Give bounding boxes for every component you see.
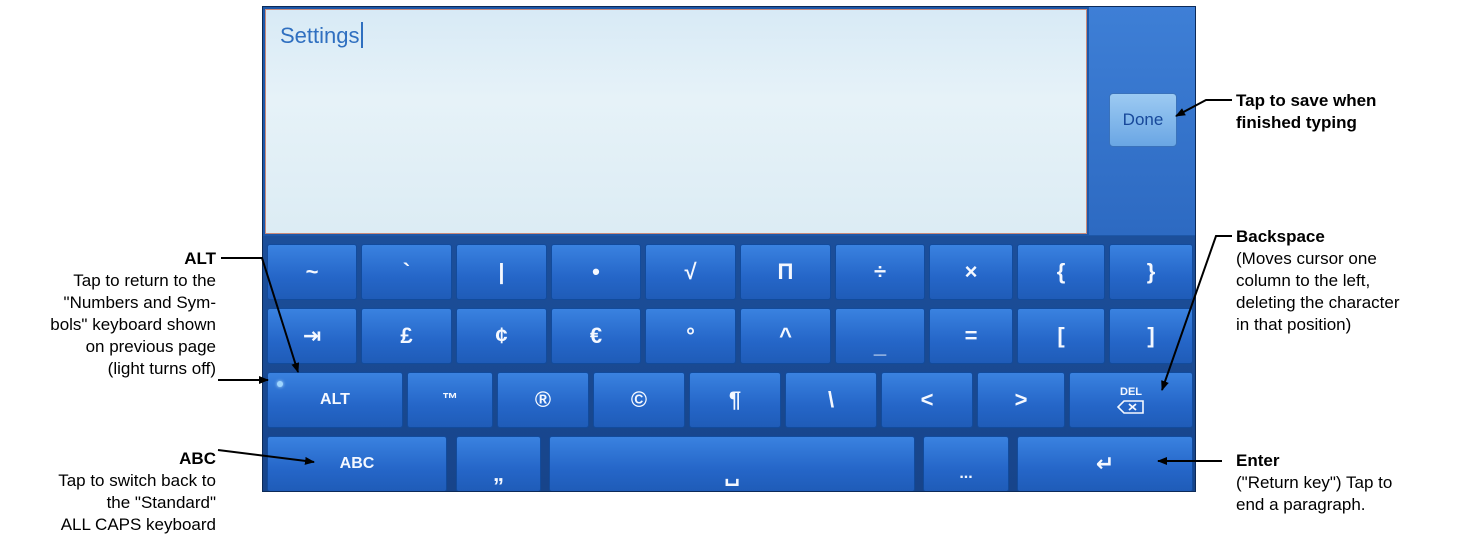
abc-pointer-arrow <box>217 449 315 465</box>
callout-arrows <box>217 99 1232 465</box>
backspace-pointer-arrow <box>1161 235 1232 391</box>
alt-pointer-arrow <box>221 257 300 373</box>
done-pointer-arrow <box>1175 99 1232 117</box>
